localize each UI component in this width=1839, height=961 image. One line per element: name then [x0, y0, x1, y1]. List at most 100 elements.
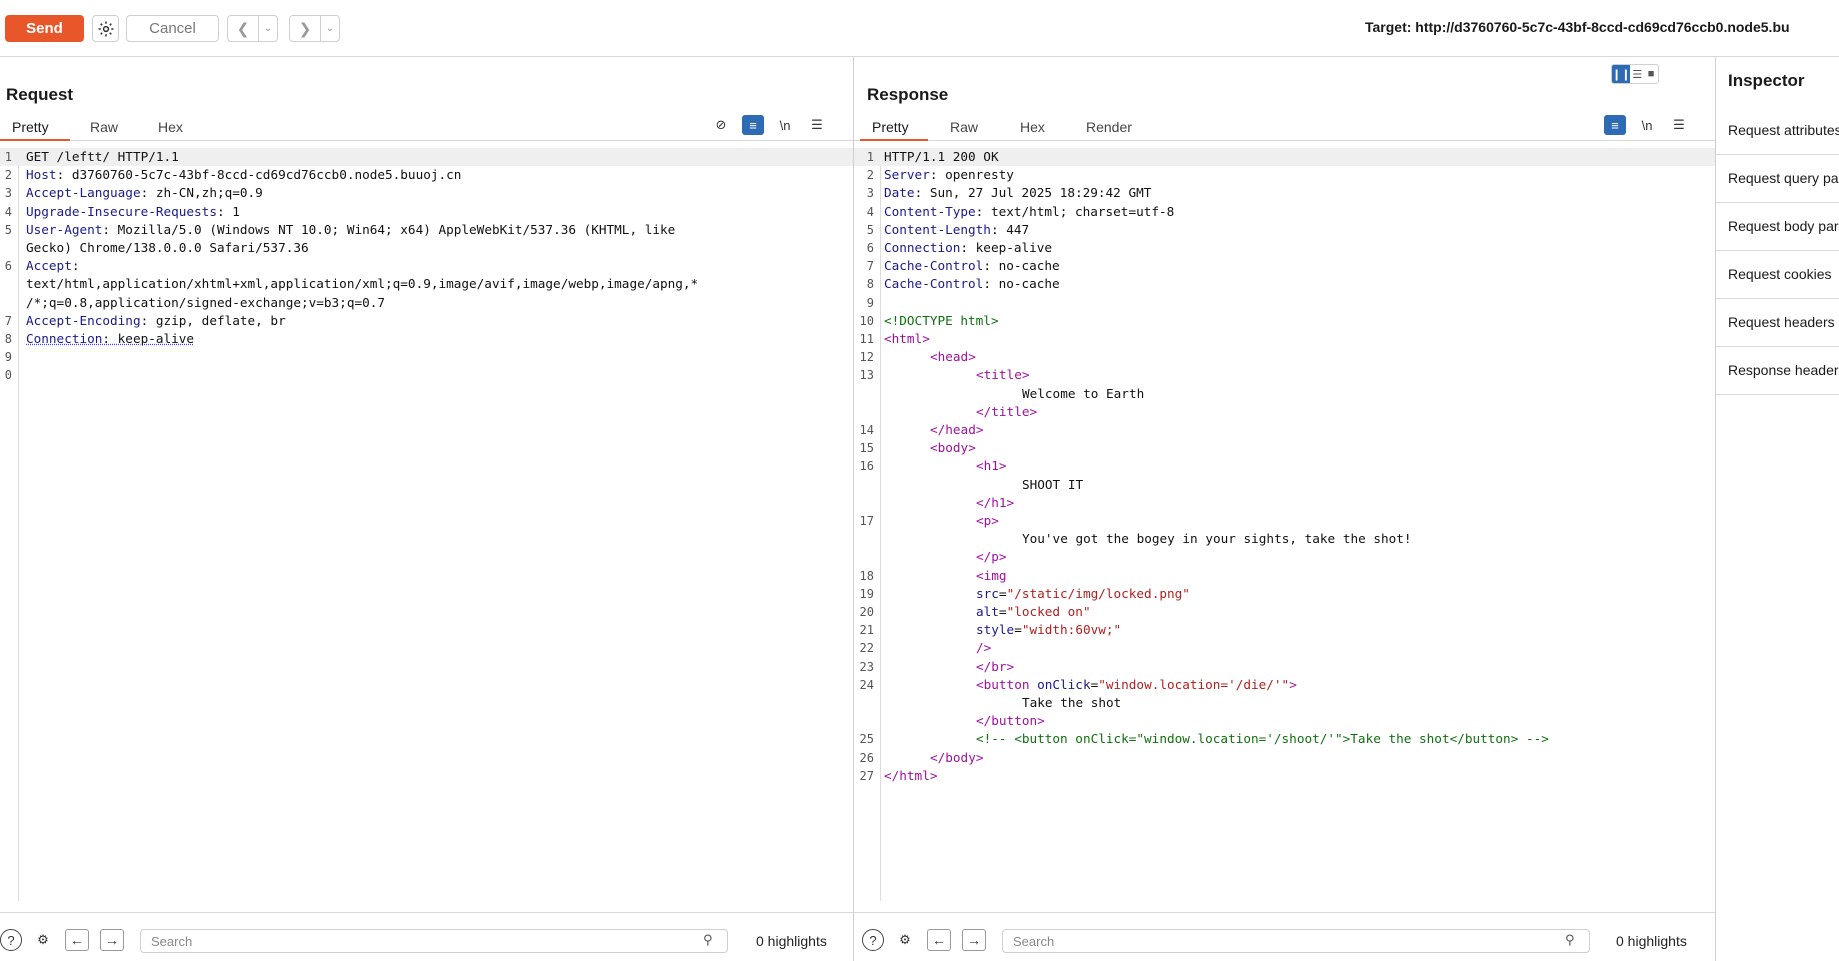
response-menu-button[interactable]: ☰	[1668, 115, 1690, 135]
gear-icon	[98, 21, 113, 36]
response-editor[interactable]: 1 HTTP/1.1 200 OK 2 Server: openresty 3 Date:…	[854, 148, 1715, 901]
inspector-response-headers[interactable]: Response headers	[1716, 347, 1839, 395]
top-toolbar: Send Cancel ❮ ⌄ ❯ ⌄ Target: http://d3760…	[0, 0, 1839, 57]
code-line: </h1>	[854, 494, 1715, 512]
code-token: <!-- <button onClick="window.location='/…	[976, 731, 1549, 747]
code-token: : no-cache	[983, 258, 1060, 274]
code-token: Take the shot	[1022, 695, 1122, 710]
back-history-dropdown[interactable]: ⌄	[259, 16, 277, 41]
send-button[interactable]: Send	[5, 15, 84, 42]
line-text: </html>	[884, 767, 937, 785]
code-line: 8 Connection: keep-alive	[0, 330, 853, 348]
code-line: 9	[0, 348, 853, 366]
layout-side-by-side-button[interactable]: ❙❙	[1612, 65, 1631, 83]
request-menu-button[interactable]: ☰	[806, 115, 828, 135]
code-line: 9	[854, 294, 1715, 312]
header-name: Host	[26, 167, 57, 183]
show-newlines-button[interactable]: \n	[774, 115, 796, 135]
code-token: =	[1014, 622, 1022, 638]
arrow-right-icon: →	[105, 932, 119, 948]
line-number: 10	[859, 313, 874, 328]
tab-raw[interactable]: Raw	[90, 119, 118, 135]
line-number: 3	[866, 186, 874, 201]
line-text: </button>	[976, 712, 1045, 730]
gear-icon: ⚙	[899, 932, 911, 947]
code-line: 12 <head>	[854, 348, 1715, 366]
question-icon: ?	[869, 932, 877, 948]
code-line: 19 src="/static/img/locked.png"	[854, 585, 1715, 603]
search-input[interactable]: Search	[1002, 929, 1590, 953]
prev-match-button[interactable]: ←	[927, 929, 951, 951]
tab-raw[interactable]: Raw	[950, 119, 978, 135]
code-line: 20 alt="locked on"	[854, 603, 1715, 621]
show-newlines-button[interactable]: \n	[1636, 115, 1658, 135]
line-number: 25	[859, 732, 874, 747]
line-text: <title>	[976, 366, 1029, 384]
header-name: Upgrade-Insecure-Requests	[26, 203, 217, 219]
inspector-request-body[interactable]: Request body parameters	[1716, 203, 1839, 251]
line-text: Welcome to Earth	[1022, 385, 1144, 403]
wrap-lines-button[interactable]: ≡	[742, 115, 764, 135]
forward-history-dropdown[interactable]: ⌄	[321, 16, 339, 41]
inspector-request-headers[interactable]: Request headers	[1716, 299, 1839, 347]
help-button[interactable]: ?	[862, 929, 884, 951]
code-line: 22 />	[854, 639, 1715, 657]
newline-icon: \n	[779, 117, 791, 133]
tab-hex[interactable]: Hex	[158, 119, 183, 135]
code-token: Content-Type	[884, 203, 976, 219]
tab-render[interactable]: Render	[1086, 119, 1132, 135]
code-line: 0	[0, 366, 853, 384]
code-line: 13 <title>	[854, 366, 1715, 384]
search-input[interactable]: Search	[140, 929, 728, 953]
tab-pretty[interactable]: Pretty	[12, 119, 49, 135]
header-value: text/html,application/xhtml+xml,applicat…	[26, 276, 699, 292]
search-settings-button[interactable]: ⚙	[32, 929, 54, 951]
code-line: 7 Accept-Encoding: gzip, deflate, br	[0, 312, 853, 330]
cancel-button[interactable]: Cancel	[126, 15, 219, 42]
forward-button[interactable]: ❯	[290, 16, 321, 41]
code-line: 6 Accept:	[0, 257, 853, 275]
code-token: Cache-Control	[884, 258, 984, 274]
layout-tabs-button[interactable]: ■	[1644, 65, 1658, 83]
tab-pretty[interactable]: Pretty	[872, 119, 909, 135]
inspector-request-cookies[interactable]: Request cookies	[1716, 251, 1839, 299]
line-text: </body>	[930, 749, 983, 767]
next-match-button[interactable]: →	[100, 929, 124, 951]
help-button[interactable]: ?	[0, 929, 22, 951]
wrap-lines-button[interactable]: ≡	[1604, 115, 1626, 135]
highlights-count: 0 highlights	[756, 933, 827, 949]
code-token: "width:60vw;"	[1021, 622, 1122, 638]
request-view-icons: ⊘ ≡ \n ☰	[710, 115, 828, 135]
tab-hex[interactable]: Hex	[1020, 119, 1045, 135]
header-value: :	[71, 258, 80, 274]
inspector-request-query[interactable]: Request query parameters	[1716, 155, 1839, 203]
gear-icon: ⚙	[37, 932, 49, 947]
line-text: Connection: keep-alive	[26, 330, 194, 348]
code-token: >	[1289, 676, 1297, 692]
code-token: Date	[884, 185, 915, 201]
code-token: You've got the bogey in your sights, tak…	[1022, 531, 1412, 547]
hide-nonprinting-button[interactable]: ⊘	[710, 115, 732, 135]
back-button[interactable]: ❮	[228, 16, 259, 41]
code-line: </title>	[854, 403, 1715, 421]
code-line: 24 <button onClick="window.location='/die…	[854, 676, 1715, 694]
code-token: <img	[976, 567, 1007, 583]
request-editor[interactable]: 1 GET /leftt/ HTTP/1.1 2 Host: d3760760-5c7…	[0, 148, 853, 901]
code-line: Welcome to Earth	[854, 385, 1715, 403]
settings-button[interactable]	[92, 15, 119, 42]
code-token: <button	[976, 676, 1038, 692]
line-number: 8	[4, 332, 12, 346]
line-number: 2	[866, 168, 874, 183]
prev-match-button[interactable]: ←	[65, 929, 89, 951]
search-settings-button[interactable]: ⚙	[894, 929, 916, 951]
line-number: 4	[866, 204, 874, 219]
line-number: 19	[859, 586, 874, 601]
inspector-request-attributes[interactable]: Request attributes	[1716, 107, 1839, 155]
target-url[interactable]: Target: http://d3760760-5c7c-43bf-8ccd-c…	[1365, 19, 1790, 35]
code-line: You've got the bogey in your sights, tak…	[854, 530, 1715, 548]
highlights-count: 0 highlights	[1616, 933, 1687, 949]
next-match-button[interactable]: →	[962, 929, 986, 951]
code-line: </button>	[854, 712, 1715, 730]
code-token: <p>	[976, 513, 999, 528]
layout-stacked-button[interactable]: ☰	[1630, 65, 1644, 83]
